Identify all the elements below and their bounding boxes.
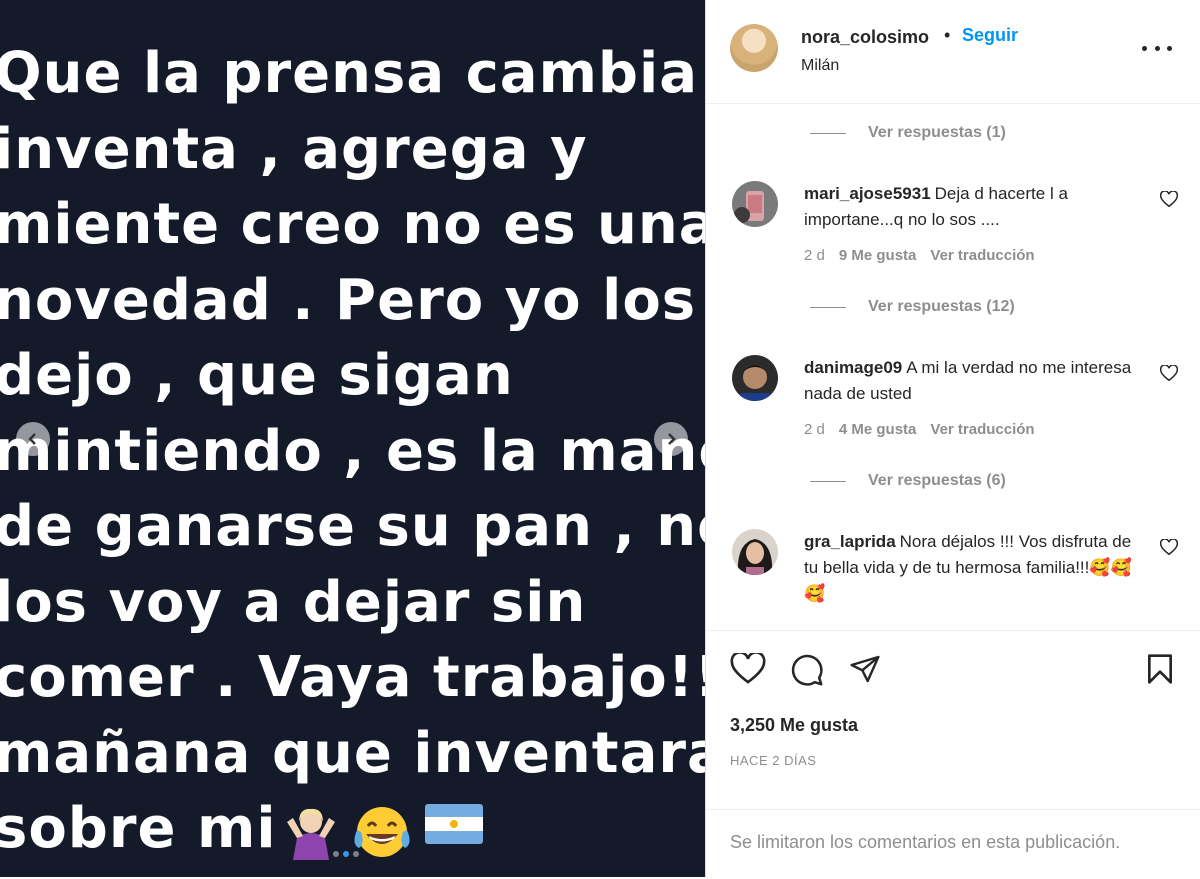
comment-avatar[interactable] xyxy=(732,529,778,575)
save-button[interactable] xyxy=(1146,653,1174,690)
view-replies-label: Ver respuestas (6) xyxy=(868,472,1006,489)
carousel-dot xyxy=(333,851,339,857)
view-replies-button[interactable]: Ver respuestas (12) xyxy=(810,298,1015,316)
chevron-left-icon xyxy=(28,433,36,445)
text-line: comer . Vaya trabajo!!! , xyxy=(0,645,705,710)
post-actions: 3,250 Me gusta HACE 2 DÍAS Se limitaron … xyxy=(706,630,1200,878)
comment-age[interactable]: 2 d xyxy=(804,421,825,438)
likes-count[interactable]: 3,250 Me gusta xyxy=(730,715,858,736)
carousel-dot xyxy=(353,851,359,857)
author-avatar[interactable] xyxy=(730,24,778,72)
text-line: mintiendo , es la manera xyxy=(0,418,705,484)
comment-like-button[interactable] xyxy=(1159,364,1179,387)
avatar-image xyxy=(732,355,778,401)
dot-icon xyxy=(1167,45,1172,51)
view-replies-label: Ver respuestas (1) xyxy=(868,124,1006,141)
carousel-prev-button[interactable] xyxy=(16,422,50,456)
author-username[interactable]: nora_colosimo xyxy=(801,27,929,48)
carousel-dot xyxy=(343,851,349,857)
comment-text-block: danimage09 A mi la verdad no me interesa … xyxy=(804,355,1144,407)
replies-divider xyxy=(810,306,846,308)
translate-button[interactable]: Ver traducción xyxy=(930,247,1034,264)
carousel-indicator xyxy=(333,851,359,857)
text-line: mañana que inventaran xyxy=(0,720,705,786)
avatar-image xyxy=(732,181,778,227)
avatar-image xyxy=(732,529,778,575)
header-separator: • xyxy=(944,25,951,45)
view-replies-label: Ver respuestas (12) xyxy=(868,298,1015,315)
comment-likes[interactable]: 4 Me gusta xyxy=(839,421,917,438)
comment-meta: 2 d 9 Me gusta Ver traducción xyxy=(804,247,1035,264)
bookmark-icon xyxy=(1148,654,1172,684)
comment-likes[interactable]: 9 Me gusta xyxy=(839,247,917,264)
comment-username[interactable]: danimage09 xyxy=(804,358,902,377)
text-line: los voy a dejar sin xyxy=(0,569,587,635)
send-icon xyxy=(850,655,880,683)
post-image-text: Que la prensa cambia , inventa , agrega … xyxy=(0,36,705,867)
tears-of-joy-emoji xyxy=(353,806,410,857)
heart-icon xyxy=(730,651,766,684)
post-timestamp[interactable]: HACE 2 DÍAS xyxy=(730,753,816,768)
translate-button[interactable]: Ver traducción xyxy=(930,421,1034,438)
argentina-flag-emoji xyxy=(424,803,483,844)
text-line: Que la prensa cambia , xyxy=(0,41,705,106)
share-button[interactable] xyxy=(848,653,882,690)
comment-username[interactable]: mari_ajose5931 xyxy=(804,184,931,203)
post-location[interactable]: Milán xyxy=(801,57,839,75)
comment-text-block: gra_laprida Nora déjalos !!! Vos disfruta… xyxy=(804,529,1144,607)
comments-limited-notice: Se limitaron los comentarios en esta pub… xyxy=(706,809,1200,879)
comment-age[interactable]: 2 d xyxy=(804,247,825,264)
carousel-next-button[interactable] xyxy=(654,422,688,456)
text-line: novedad . Pero yo los xyxy=(0,267,697,333)
dot-icon xyxy=(1154,45,1160,51)
text-line: inventa , agrega y xyxy=(0,116,588,182)
heart-icon xyxy=(1159,538,1179,556)
replies-divider xyxy=(810,480,846,482)
view-replies-button[interactable]: Ver respuestas (6) xyxy=(810,472,1006,490)
text-line: sobre mi xyxy=(0,796,277,861)
like-button[interactable] xyxy=(730,651,766,690)
replies-divider xyxy=(810,132,846,134)
comment-meta: 2 d 4 Me gusta Ver traducción xyxy=(804,421,1035,438)
comment-like-button[interactable] xyxy=(1159,538,1179,561)
person-shrugging-emoji xyxy=(286,808,335,860)
chevron-right-icon xyxy=(668,433,676,445)
emoji-row xyxy=(283,803,483,860)
comment-text-block: mari_ajose5931 Deja d hacerte l a importa… xyxy=(804,181,1144,233)
comment-button[interactable] xyxy=(790,653,824,692)
more-options-button[interactable] xyxy=(1142,36,1172,60)
text-line: miente creo no es una xyxy=(0,192,705,257)
heart-icon xyxy=(1159,190,1179,208)
dot-icon xyxy=(1142,45,1147,51)
comment-avatar[interactable] xyxy=(732,181,778,227)
text-line: de ganarse su pan , no xyxy=(0,494,705,559)
comments-limited-text: Se limitaron los comentarios en esta pub… xyxy=(730,832,1121,852)
text-line: dejo , que sigan xyxy=(0,343,514,408)
comment-username[interactable]: gra_laprida xyxy=(804,532,896,551)
comment-avatar[interactable] xyxy=(732,355,778,401)
heart-icon xyxy=(1159,364,1179,382)
comment-like-button[interactable] xyxy=(1159,190,1179,213)
view-replies-button[interactable]: Ver respuestas (1) xyxy=(810,124,1006,142)
post-header: nora_colosimo • Seguir Milán xyxy=(706,0,1200,104)
follow-button[interactable]: Seguir xyxy=(962,25,1018,46)
post-media[interactable]: Que la prensa cambia , inventa , agrega … xyxy=(0,0,705,877)
post-sidebar: nora_colosimo • Seguir Milán Ver respues… xyxy=(705,0,1200,877)
comment-bubble-icon xyxy=(791,654,823,686)
